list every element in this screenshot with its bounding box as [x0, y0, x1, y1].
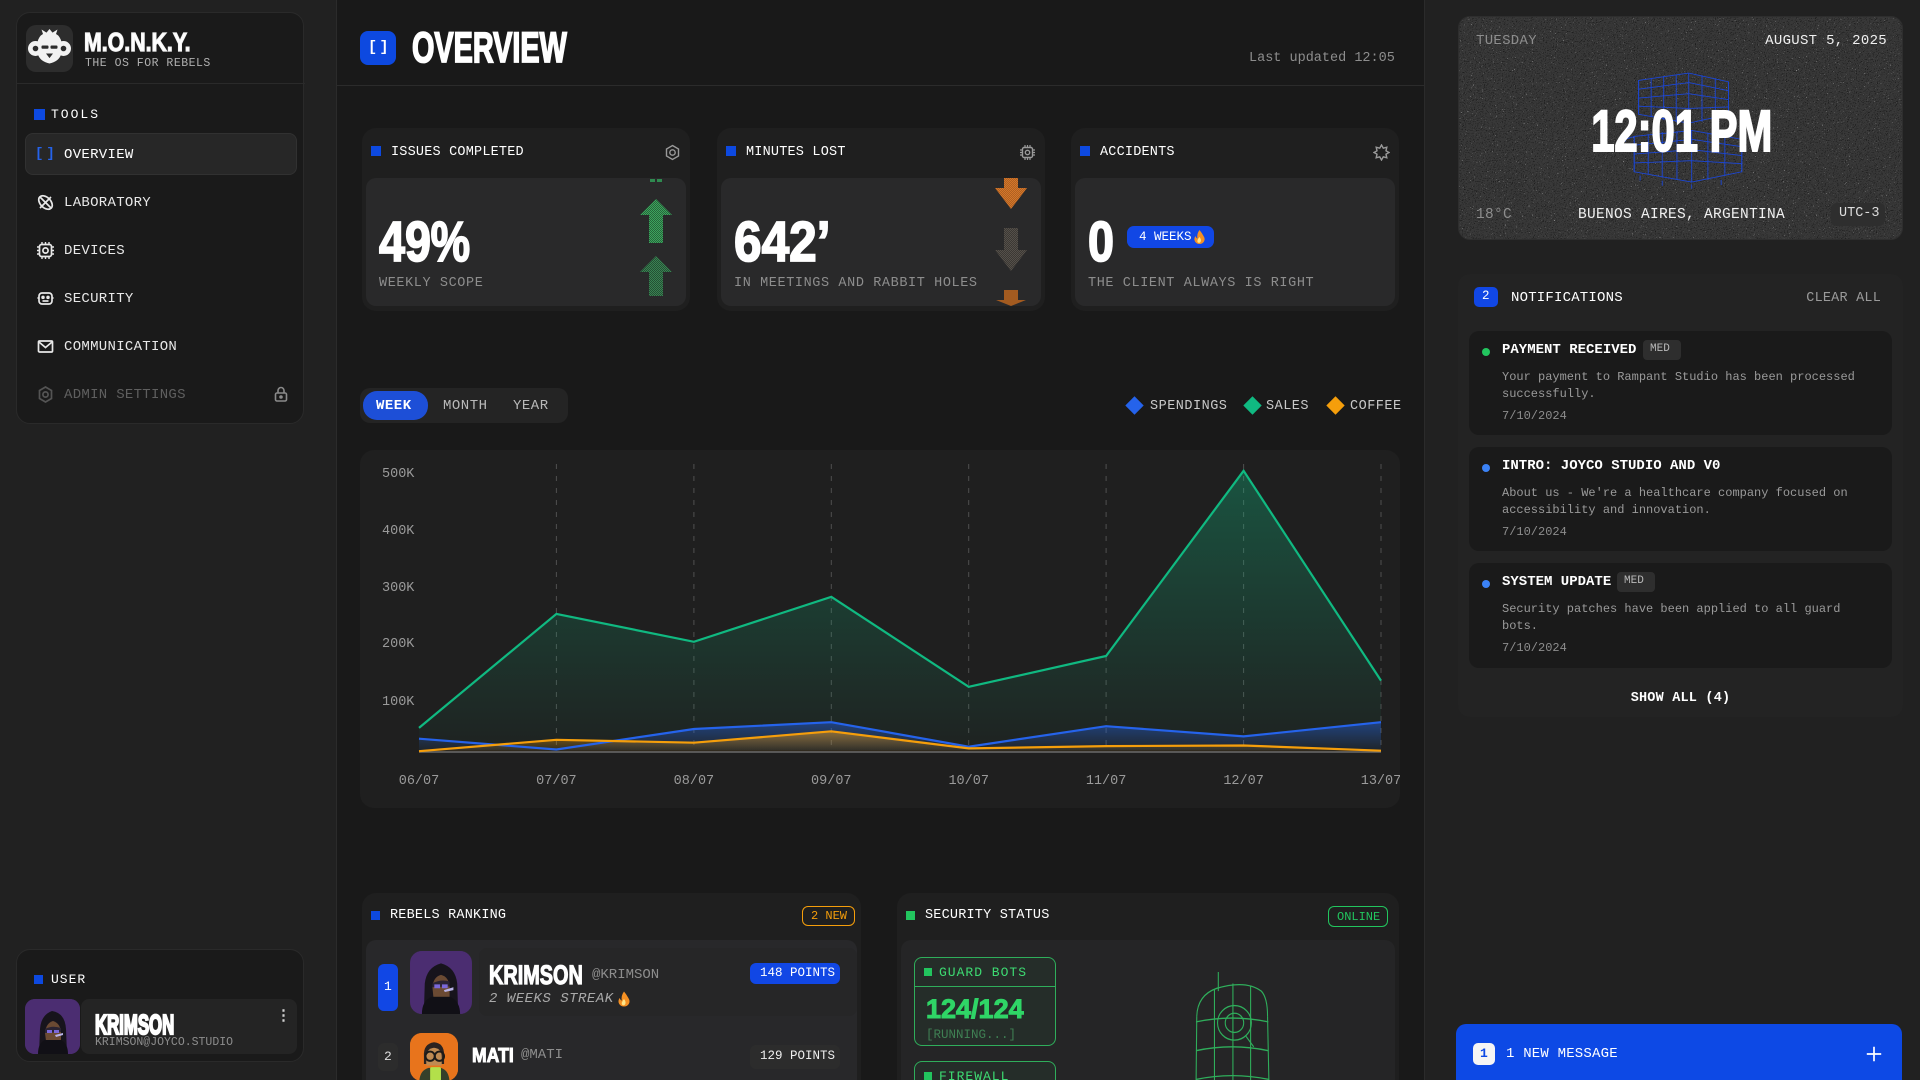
svg-text:400K: 400K	[382, 524, 415, 539]
svg-text:100K: 100K	[382, 695, 415, 710]
svg-text:06/07: 06/07	[399, 774, 440, 789]
svg-text:11/07: 11/07	[1086, 774, 1127, 789]
svg-text:13/07: 13/07	[1361, 774, 1400, 789]
svg-text:09/07: 09/07	[811, 774, 852, 789]
svg-text:07/07: 07/07	[536, 774, 577, 789]
svg-text:200K: 200K	[382, 637, 415, 652]
svg-text:10/07: 10/07	[948, 774, 989, 789]
svg-text:500K: 500K	[382, 467, 415, 482]
svg-text:12/07: 12/07	[1223, 774, 1264, 789]
svg-text:300K: 300K	[382, 581, 415, 596]
svg-text:08/07: 08/07	[674, 774, 715, 789]
